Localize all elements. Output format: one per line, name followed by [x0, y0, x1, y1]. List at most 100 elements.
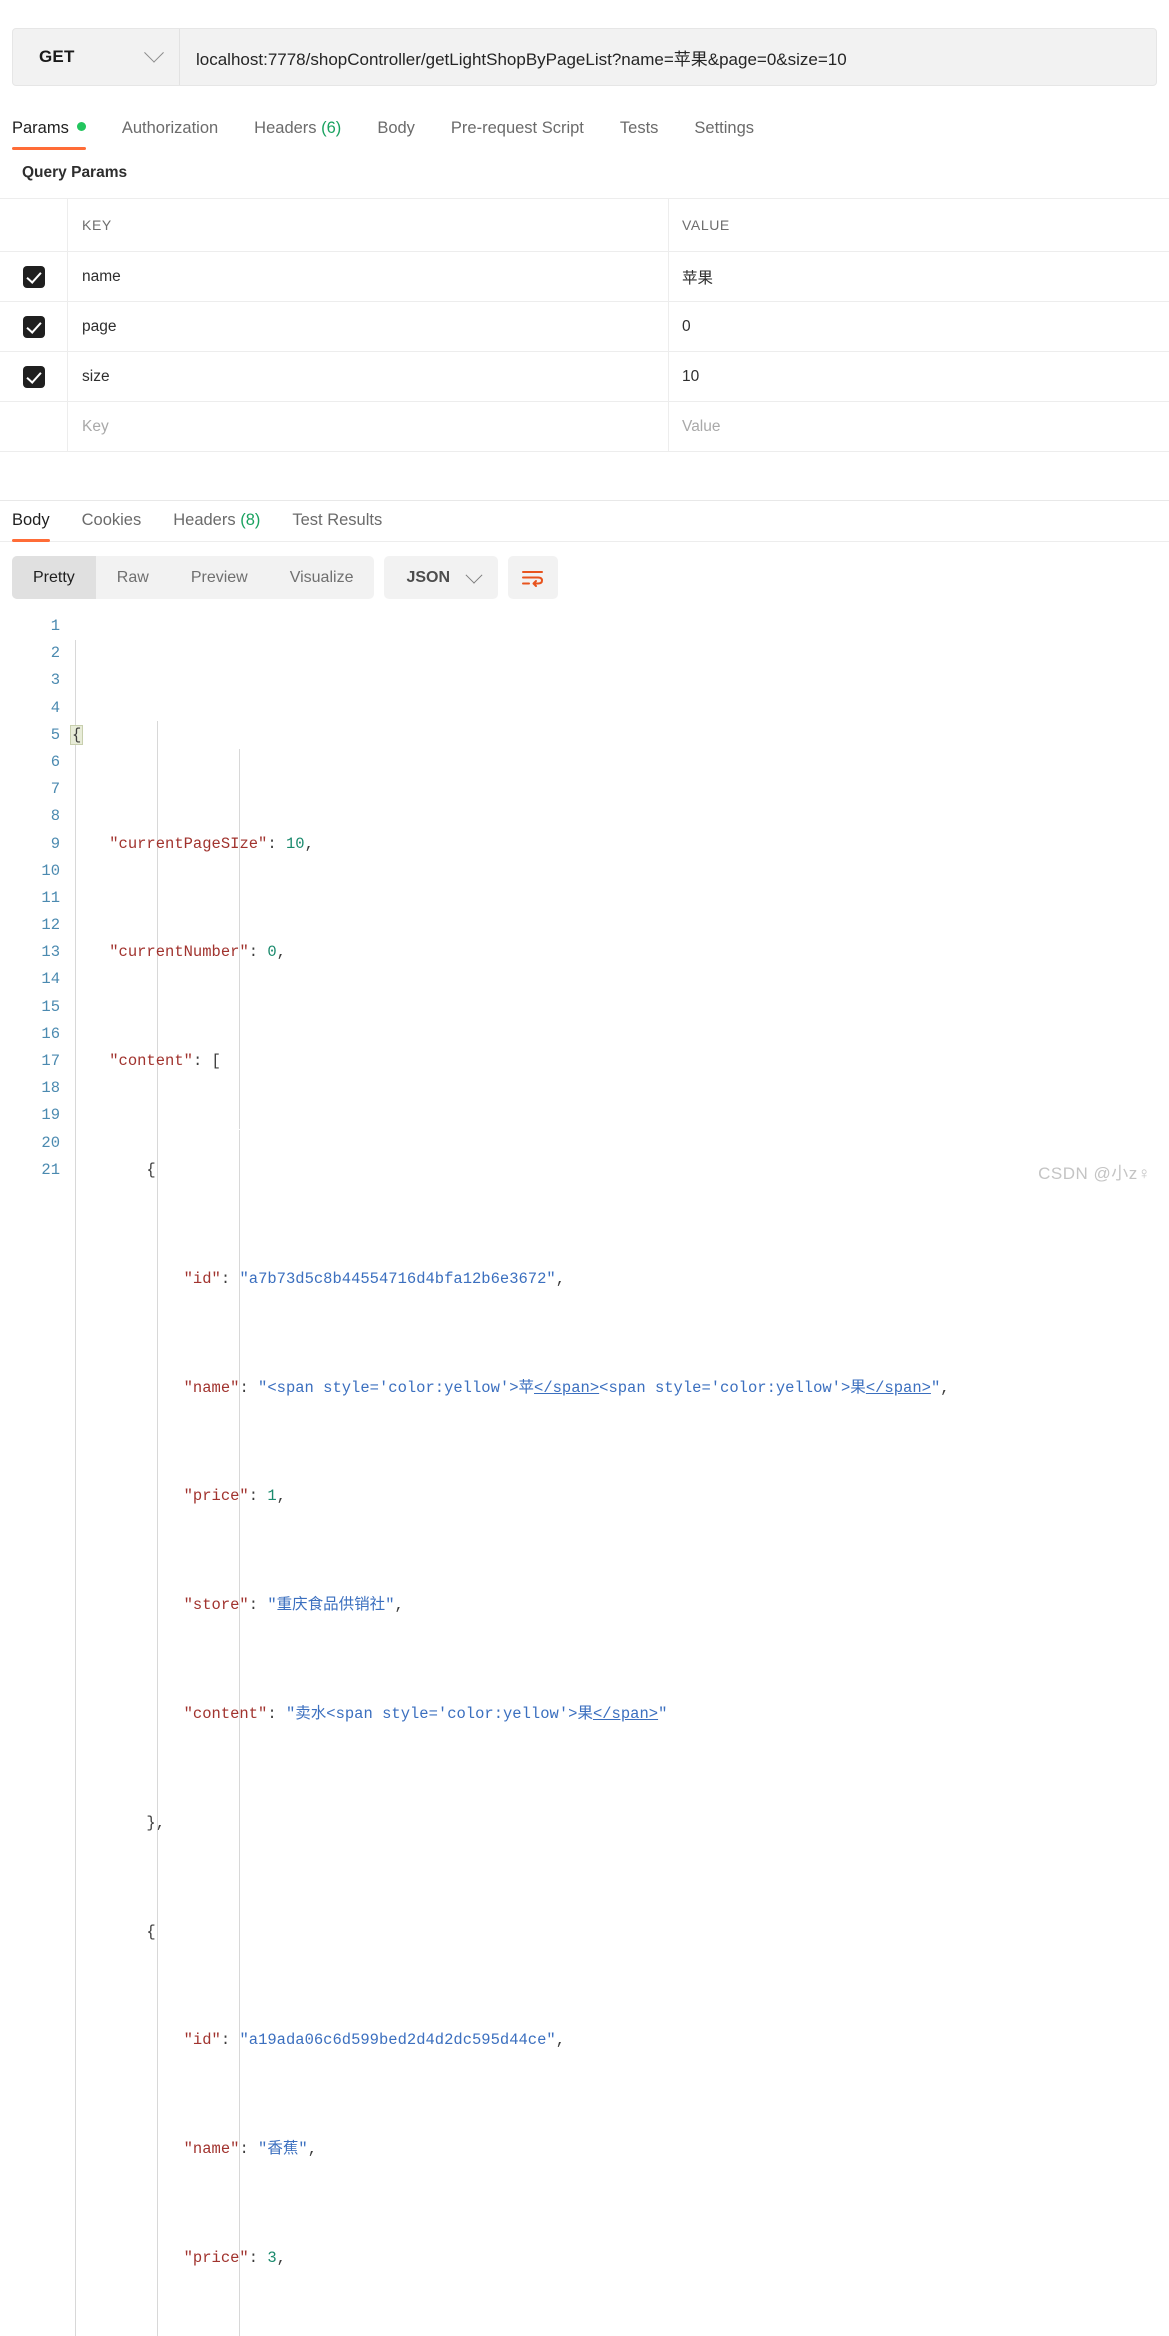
response-body-viewer[interactable]: 1 2 3 4 5 6 7 8 9 10 11 12 13 14 15 16 1…: [0, 613, 1169, 2336]
tab-headers[interactable]: Headers (6): [254, 119, 341, 150]
view-mode-visualize[interactable]: Visualize: [269, 556, 375, 599]
json-value: 1: [267, 1487, 277, 1506]
row-checkbox[interactable]: [22, 315, 45, 338]
chevron-down-icon: [144, 42, 164, 63]
tab-tests[interactable]: Tests: [620, 119, 659, 150]
panel-divider: [0, 452, 1169, 500]
header-check-cell: [0, 199, 68, 251]
json-value: 重庆食品供销社: [276, 1596, 386, 1615]
json-key: "price": [183, 1487, 249, 1506]
tab-response-headers-label: Headers: [173, 511, 236, 529]
json-key: "name": [183, 1378, 240, 1397]
table-row: size 10: [0, 352, 1169, 402]
header-key: KEY: [68, 199, 669, 251]
row-value-input[interactable]: 0: [669, 302, 1169, 351]
line-number: 7: [50, 780, 60, 799]
json-code: { "currentPageSIze": 10, "currentNumber"…: [70, 613, 1169, 2336]
tab-authorization[interactable]: Authorization: [122, 119, 218, 150]
json-link[interactable]: </span>: [534, 1379, 599, 1397]
url-input[interactable]: localhost:7778/shopController/getLightSh…: [180, 29, 1156, 85]
tab-test-results-label: Test Results: [292, 511, 383, 529]
json-value: 10: [285, 834, 305, 853]
code-line: {: [146, 1922, 156, 1941]
json-link[interactable]: </span>: [593, 1705, 658, 1723]
row-key-input[interactable]: size: [68, 352, 669, 401]
line-number: 1: [50, 617, 60, 635]
http-method-selector[interactable]: GET: [13, 29, 180, 85]
view-mode-preview[interactable]: Preview: [170, 556, 269, 599]
request-url-bar: GET localhost:7778/shopController/getLig…: [12, 28, 1157, 86]
response-format-label: JSON: [406, 568, 451, 586]
line-number: 10: [41, 861, 60, 880]
tab-settings-label: Settings: [694, 119, 755, 137]
row-checkbox[interactable]: [22, 365, 45, 388]
tab-test-results[interactable]: Test Results: [292, 511, 382, 541]
code-line: "store": "重庆食品供销社",: [183, 1596, 404, 1615]
code-line: "content": "卖水<span style='color:yellow'…: [183, 1704, 668, 1723]
tab-response-cookies-label: Cookies: [81, 511, 142, 529]
json-key: "content": [183, 1704, 268, 1723]
chevron-down-icon: [465, 566, 483, 584]
code-line: "id": "a19ada06c6d599bed2d4d2dc595d44ce"…: [183, 2031, 566, 2050]
request-tab-bar: Params Authorization Headers (6) Body Pr…: [0, 108, 1169, 150]
row-key-input[interactable]: page: [68, 302, 669, 351]
line-number: 15: [41, 997, 60, 1016]
tab-headers-count: (6): [321, 119, 342, 137]
json-open-brace[interactable]: {: [70, 724, 84, 745]
row-checkbox-cell: [0, 352, 68, 401]
new-row-value-input[interactable]: Value: [669, 402, 1169, 451]
tab-authorization-label: Authorization: [121, 119, 219, 137]
row-value-input[interactable]: 苹果: [669, 252, 1169, 301]
tab-response-cookies[interactable]: Cookies: [82, 511, 142, 541]
line-number: 4: [50, 698, 60, 717]
view-mode-pretty[interactable]: Pretty: [12, 556, 96, 599]
tab-tests-label: Tests: [619, 119, 659, 137]
line-number: 18: [41, 1079, 60, 1098]
code-line: "price": 3,: [183, 2248, 286, 2267]
json-key: "id": [183, 2031, 221, 2050]
tab-body[interactable]: Body: [377, 119, 415, 150]
line-number: 14: [41, 970, 60, 989]
response-view-controls: Pretty Raw Preview Visualize JSON: [0, 542, 1169, 599]
line-number: 2: [50, 644, 60, 663]
new-row-key-input[interactable]: Key: [68, 402, 669, 451]
line-number: 21: [41, 1160, 60, 1179]
line-number: 3: [50, 671, 60, 690]
query-params-table: KEY VALUE name 苹果 page 0 size 10 Key Val…: [0, 198, 1169, 452]
json-key: "currentNumber": [109, 943, 249, 962]
line-number-gutter: 1 2 3 4 5 6 7 8 9 10 11 12 13 14 15 16 1…: [0, 613, 72, 2336]
tab-response-headers[interactable]: Headers (8): [173, 511, 260, 541]
tab-pre-request-script[interactable]: Pre-request Script: [451, 119, 584, 150]
view-mode-raw[interactable]: Raw: [96, 556, 170, 599]
table-header-row: KEY VALUE: [0, 199, 1169, 252]
line-number: 19: [41, 1106, 60, 1125]
table-row: page 0: [0, 302, 1169, 352]
code-line: "currentNumber": 0,: [109, 943, 286, 962]
view-mode-group: Pretty Raw Preview Visualize: [12, 556, 375, 599]
tab-headers-label: Headers: [254, 119, 317, 137]
json-key: "price": [183, 2248, 249, 2267]
tab-response-body[interactable]: Body: [12, 511, 50, 542]
row-value-input[interactable]: 10: [669, 352, 1169, 401]
tab-response-headers-count: (8): [240, 511, 261, 529]
tab-params-label: Params: [12, 119, 69, 137]
code-line: {: [146, 1161, 156, 1179]
row-checkbox-cell: [0, 302, 68, 351]
tab-body-label: Body: [377, 119, 415, 137]
json-link[interactable]: </span>: [866, 1379, 931, 1397]
tab-response-body-label: Body: [12, 511, 50, 529]
new-row-checkbox-cell: [0, 402, 68, 451]
json-value: 香蕉: [267, 2140, 299, 2159]
code-line: },: [146, 1813, 166, 1832]
row-checkbox[interactable]: [22, 265, 45, 288]
code-line: "price": 1,: [183, 1487, 286, 1506]
response-format-selector[interactable]: JSON: [384, 556, 499, 599]
row-key-input[interactable]: name: [68, 252, 669, 301]
json-key: "store": [183, 1596, 249, 1615]
response-tab-bar: Body Cookies Headers (8) Test Results: [0, 501, 1169, 542]
tab-settings[interactable]: Settings: [694, 119, 754, 150]
line-number: 9: [50, 834, 60, 853]
json-value: a19ada06c6d599bed2d4d2dc595d44ce: [248, 2031, 547, 2050]
wrap-lines-button[interactable]: [508, 556, 559, 599]
tab-params[interactable]: Params: [12, 119, 86, 150]
